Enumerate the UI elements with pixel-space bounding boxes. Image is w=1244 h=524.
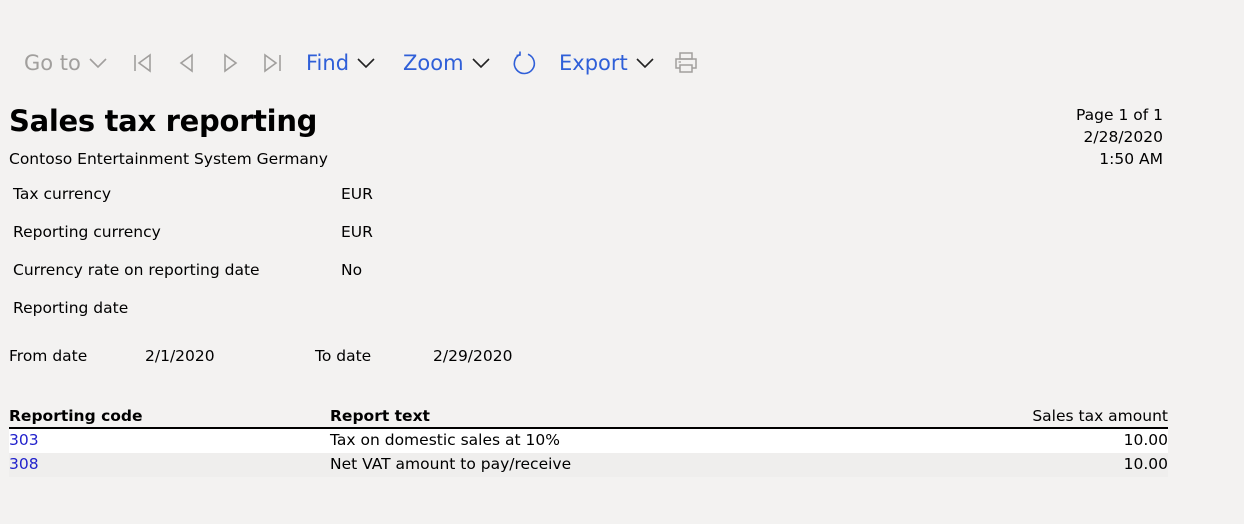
table-row: 303 Tax on domestic sales at 10% 10.00 [9,429,1168,453]
last-page-icon [264,53,281,73]
page-info: Page 1 of 1 [1076,106,1163,124]
company-name: Contoso Entertainment System Germany [9,150,328,168]
next-page-icon [224,53,238,73]
param-label-reporting-date: Reporting date [13,299,129,317]
table-row: 308 Net VAT amount to pay/receive 10.00 [9,453,1168,477]
report-text-cell: Net VAT amount to pay/receive [330,455,572,473]
printer-icon [675,52,697,73]
chevron-down-icon [89,58,107,69]
zoom-button[interactable]: Zoom [403,51,490,75]
previous-page-button[interactable] [178,53,198,73]
sales-tax-table: Reporting code Report text Sales tax amo… [9,407,1168,477]
from-date-label: From date [9,347,88,365]
refresh-icon [513,51,536,74]
first-page-button[interactable] [133,53,153,73]
from-date-value: 2/1/2020 [145,347,215,365]
zoom-label: Zoom [403,51,464,75]
find-button[interactable]: Find [306,51,375,75]
chevron-down-icon [357,58,375,69]
print-button[interactable] [674,51,698,75]
param-value-reporting-currency: EUR [341,223,373,241]
export-button[interactable]: Export [559,51,654,75]
to-date-label: To date [315,347,372,365]
goto-button[interactable]: Go to [24,51,107,75]
param-value-currency-rate: No [341,261,363,279]
table-header: Reporting code Report text Sales tax amo… [9,407,1168,429]
column-header-reporting-code: Reporting code [9,407,143,425]
page-meta: Page 1 of 1 2/28/2020 1:50 AM [1076,104,1163,170]
reporting-code-link[interactable]: 308 [9,455,39,473]
report-date: 2/28/2020 [1083,128,1163,146]
column-header-report-text: Report text [330,407,430,425]
chevron-down-icon [636,58,654,69]
chevron-down-icon [471,58,490,69]
to-date-value: 2/29/2020 [433,347,513,365]
param-label-tax-currency: Tax currency [13,185,112,203]
sales-tax-amount-cell: 10.00 [1123,431,1168,449]
column-header-sales-tax-amount: Sales tax amount [1032,407,1168,425]
find-label: Find [306,51,350,75]
goto-label: Go to [24,51,81,75]
reporting-code-link[interactable]: 303 [9,431,39,449]
export-label: Export [559,51,628,75]
previous-page-icon [179,53,193,73]
sales-tax-amount-cell: 10.00 [1123,455,1168,473]
report-text-cell: Tax on domestic sales at 10% [330,431,560,449]
param-label-currency-rate: Currency rate on reporting date [13,261,260,279]
param-value-tax-currency: EUR [341,185,373,203]
first-page-icon [134,53,151,73]
param-label-reporting-currency: Reporting currency [13,223,161,241]
report-title: Sales tax reporting [9,104,318,138]
last-page-button[interactable] [263,53,283,73]
next-page-button[interactable] [222,53,242,73]
refresh-button[interactable] [512,51,537,76]
report-time: 1:50 AM [1099,150,1163,168]
